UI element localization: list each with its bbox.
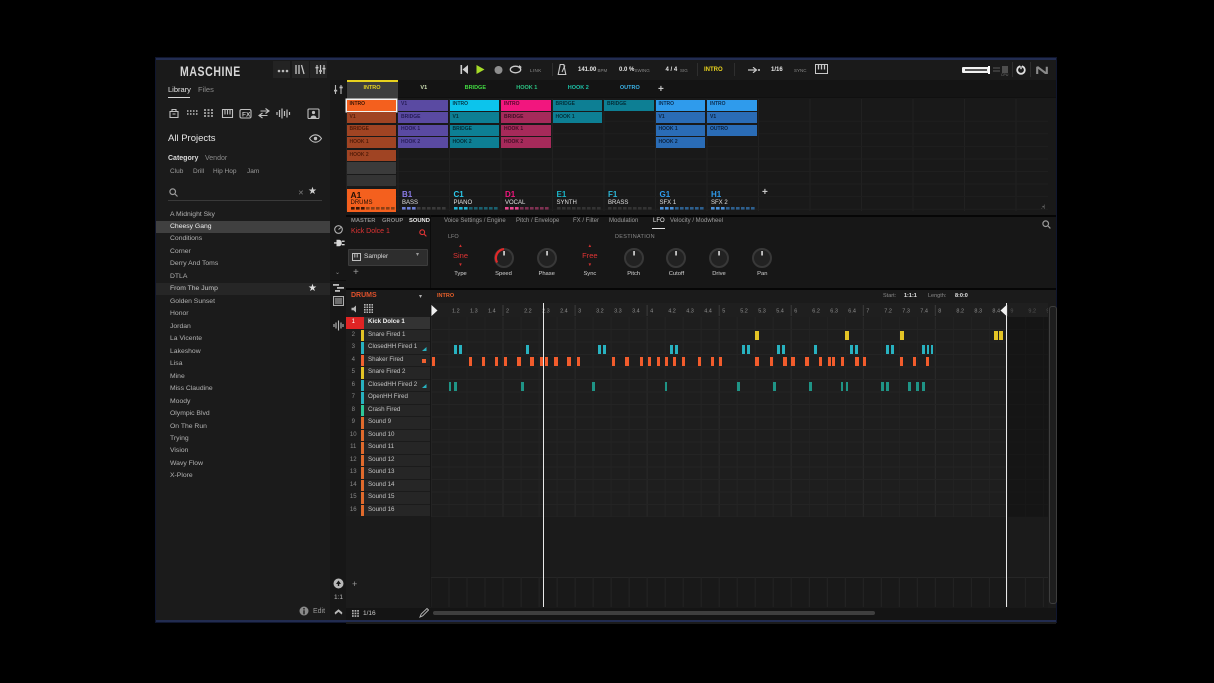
svg-text:5.4: 5.4: [776, 309, 784, 315]
svg-text:4.2: 4.2: [668, 309, 676, 315]
svg-text:3.3: 3.3: [614, 309, 622, 315]
svg-text:5.3: 5.3: [758, 309, 766, 315]
svg-text:8.4: 8.4: [992, 309, 1000, 315]
svg-text:3.4: 3.4: [632, 309, 640, 315]
svg-text:6.4: 6.4: [848, 309, 856, 315]
svg-text:8.3: 8.3: [974, 309, 982, 315]
svg-text:4: 4: [650, 309, 653, 315]
svg-text:7.3: 7.3: [902, 309, 910, 315]
svg-text:3: 3: [578, 309, 581, 315]
svg-text:9.2: 9.2: [1028, 309, 1036, 315]
svg-text:1.4: 1.4: [488, 309, 496, 315]
svg-text:7.2: 7.2: [884, 309, 892, 315]
svg-text:6: 6: [794, 309, 797, 315]
svg-text:1.3: 1.3: [470, 309, 478, 315]
svg-text:2.4: 2.4: [560, 309, 568, 315]
svg-text:2.2: 2.2: [524, 309, 532, 315]
svg-text:5: 5: [722, 309, 725, 315]
svg-text:6.3: 6.3: [830, 309, 838, 315]
svg-text:FX: FX: [242, 112, 251, 119]
svg-text:4.4: 4.4: [704, 309, 712, 315]
svg-text:4.3: 4.3: [686, 309, 694, 315]
svg-text:3.2: 3.2: [596, 309, 604, 315]
svg-text:8.2: 8.2: [956, 309, 964, 315]
svg-text:7.4: 7.4: [920, 309, 928, 315]
svg-text:9: 9: [1010, 309, 1013, 315]
svg-text:6.2: 6.2: [812, 309, 820, 315]
svg-text:9.3: 9.3: [1046, 309, 1048, 315]
svg-text:8: 8: [938, 309, 941, 315]
svg-text:2: 2: [506, 309, 509, 315]
svg-text:5.2: 5.2: [740, 309, 748, 315]
svg-text:7: 7: [866, 309, 869, 315]
svg-text:1.2: 1.2: [452, 309, 460, 315]
